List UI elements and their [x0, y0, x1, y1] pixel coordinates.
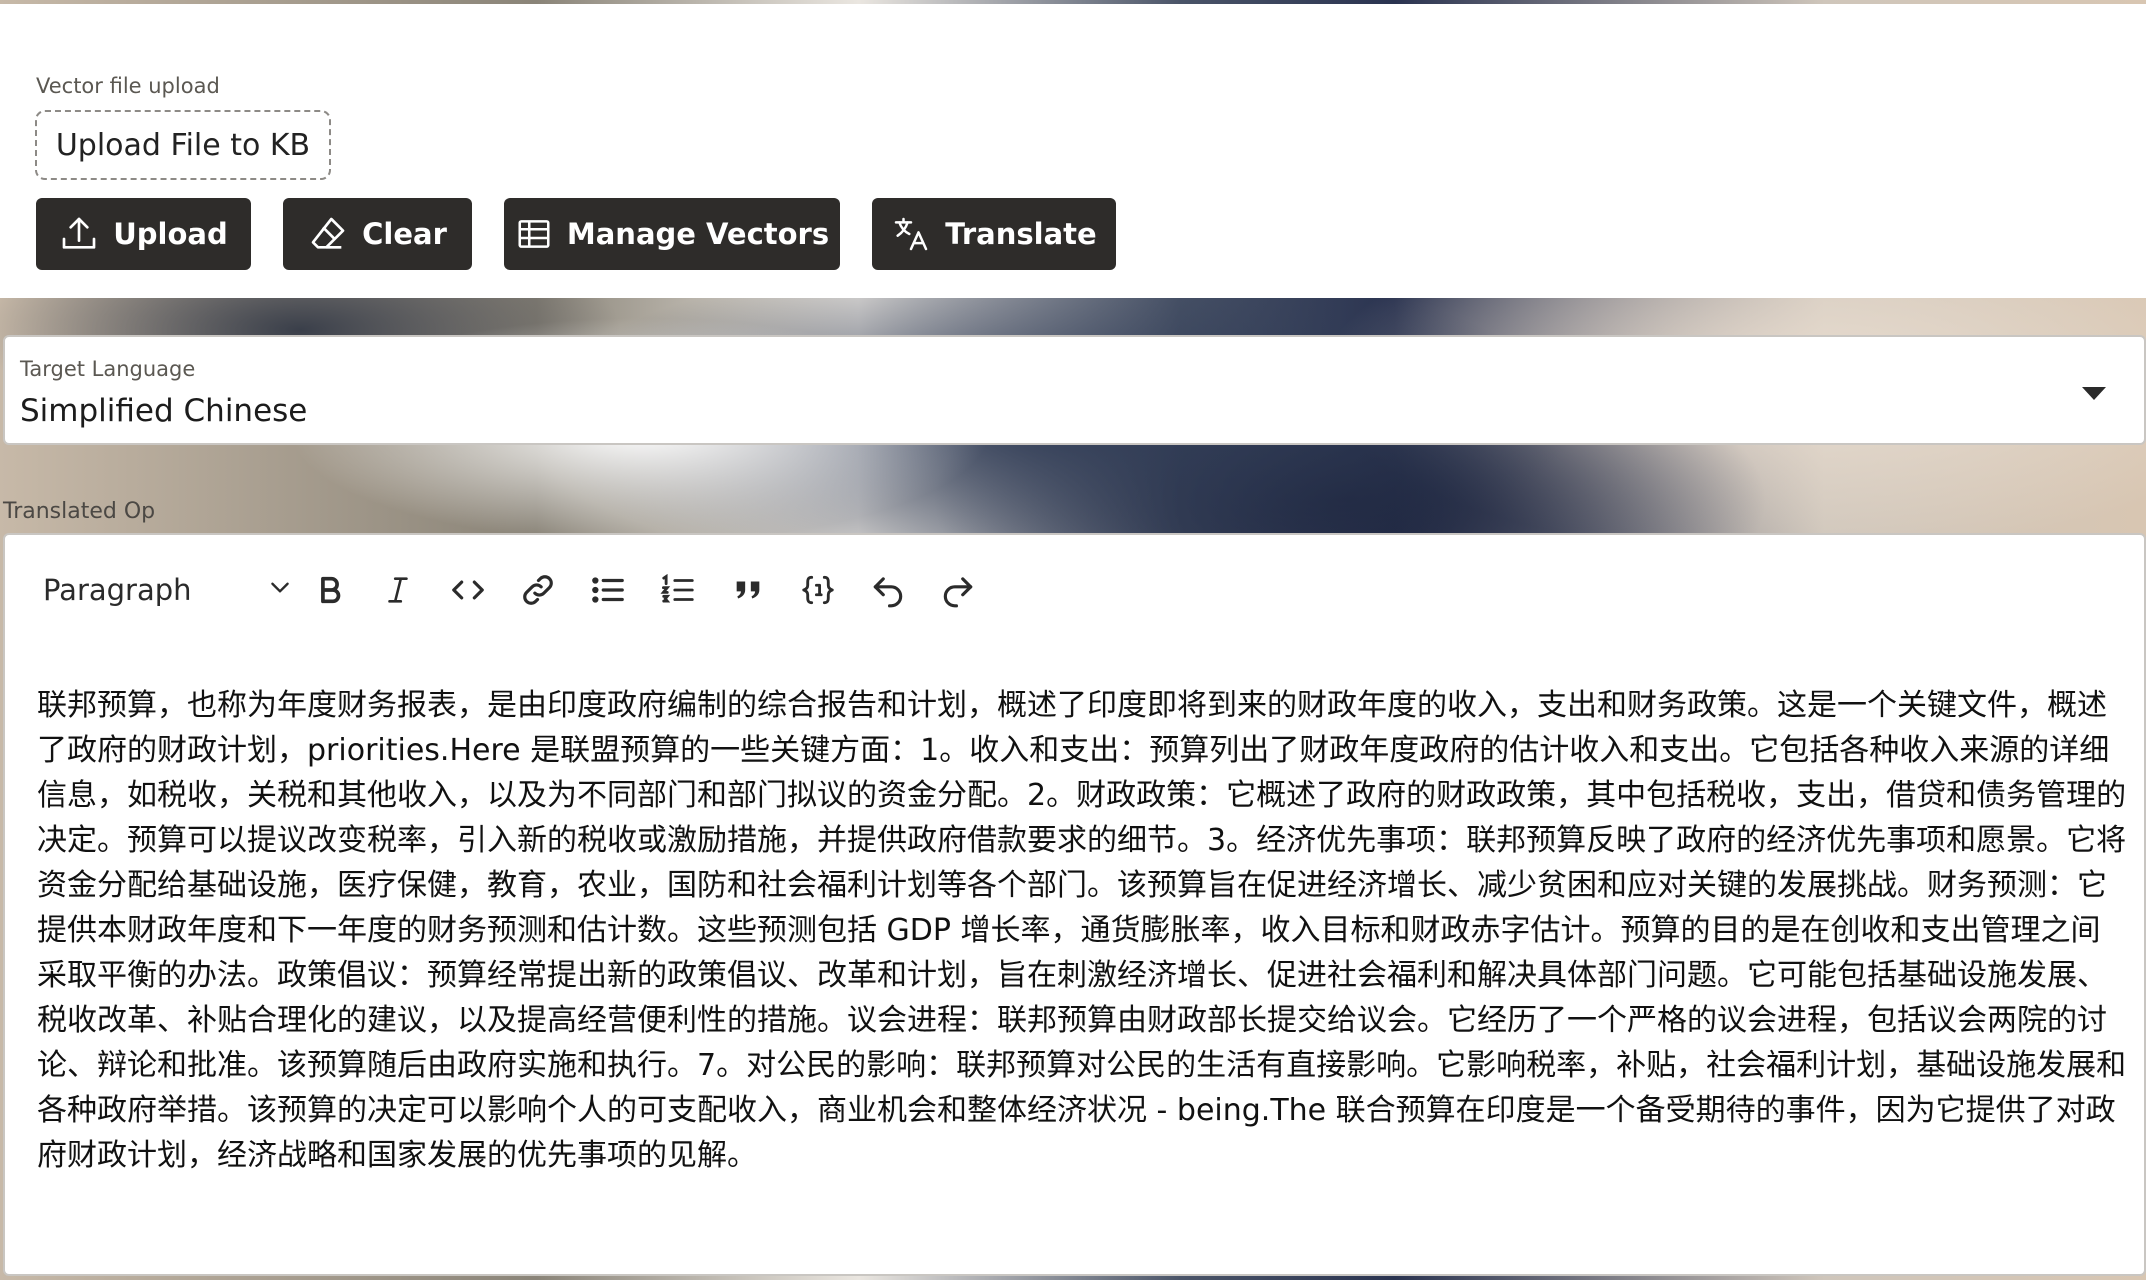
redo-icon[interactable] [933, 555, 983, 625]
translate-icon [891, 214, 931, 254]
bold-icon[interactable] [305, 555, 355, 625]
numbered-list-icon[interactable] [653, 555, 703, 625]
manage-vectors-label: Manage Vectors [566, 217, 830, 251]
upload-button[interactable]: Upload [36, 198, 251, 270]
paragraph-format-select[interactable]: Paragraph [43, 555, 293, 625]
dropdown-caret-icon[interactable] [2082, 387, 2106, 400]
upload-file-dropzone[interactable]: Upload File to KB [35, 110, 331, 180]
translated-text-content[interactable]: 联邦预算，也称为年度财务报表，是由印度政府编制的综合报告和计划，概述了印度即将到… [37, 683, 2127, 1178]
target-language-label: Target Language [20, 357, 196, 381]
bulleted-list-icon[interactable] [583, 555, 633, 625]
translate-button[interactable]: Translate [872, 198, 1116, 270]
code-icon[interactable] [443, 555, 493, 625]
translated-output-label: Translated Op [3, 499, 156, 524]
vector-file-upload-label: Vector file upload [36, 74, 220, 98]
upload-button-label: Upload [113, 217, 228, 251]
italic-icon[interactable] [373, 555, 423, 625]
clear-button[interactable]: Clear [283, 198, 472, 270]
vector-upload-panel: Vector file upload Upload File to KB Upl… [0, 4, 2146, 298]
target-language-value: Simplified Chinese [20, 393, 308, 429]
clear-button-label: Clear [362, 217, 447, 251]
blockquote-icon[interactable] [723, 555, 773, 625]
upload-icon [59, 214, 99, 254]
code-block-icon[interactable] [793, 555, 843, 625]
table-icon [515, 215, 553, 253]
paragraph-format-label: Paragraph [43, 573, 192, 607]
translated-output-editor[interactable]: Paragraph 联邦预算，也称为年度财务报表，是由印度政府编制的综合报告和计… [3, 533, 2146, 1276]
undo-icon[interactable] [863, 555, 913, 625]
link-icon[interactable] [513, 555, 563, 625]
translate-button-label: Translate [945, 217, 1097, 251]
eraser-icon [308, 214, 348, 254]
target-language-select[interactable]: Target Language Simplified Chinese [3, 335, 2146, 445]
manage-vectors-button[interactable]: Manage Vectors [504, 198, 840, 270]
chevron-down-icon [267, 573, 293, 607]
